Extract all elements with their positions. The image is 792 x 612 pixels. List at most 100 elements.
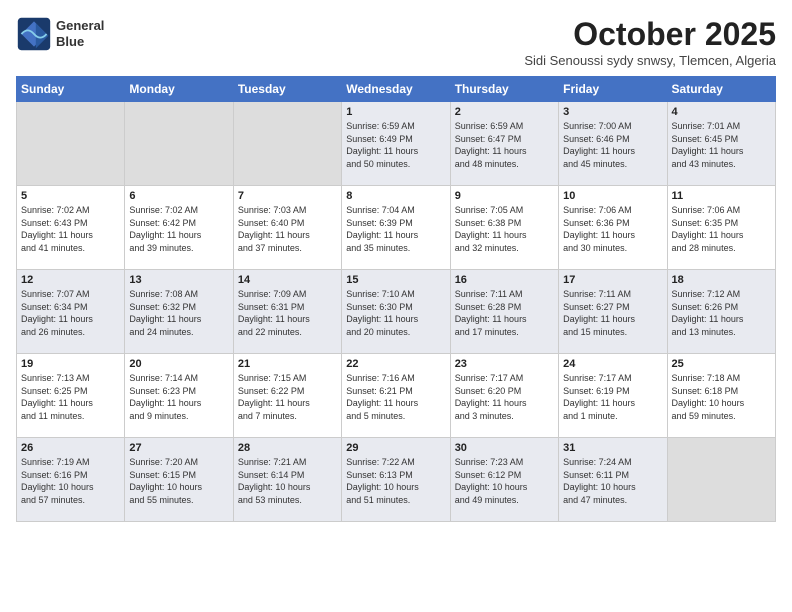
- calendar-day-cell: 19Sunrise: 7:13 AM Sunset: 6:25 PM Dayli…: [17, 354, 125, 438]
- day-number: 2: [455, 106, 554, 118]
- calendar-day-cell: 21 Sunrise: 7:15 AM Sunset: 6:22 PM Dayli…: [233, 354, 341, 438]
- day-info: Sunrise: 7:09 AM Sunset: 6:31 PM Dayligh…: [238, 288, 337, 338]
- calendar-day-cell: 4 Sunrise: 7:01 AM Sunset: 6:45 PM Daylig…: [667, 102, 775, 186]
- day-info: Sunrise: 7:12 AM Sunset: 6:26 PM Dayligh…: [672, 288, 771, 338]
- calendar-day-cell: [17, 102, 125, 186]
- day-number: 15: [346, 274, 445, 286]
- day-info: Sunrise: 7:02 AM Sunset: 6:43 PM Dayligh…: [21, 204, 120, 254]
- logo: General Blue: [16, 16, 104, 52]
- calendar-week-row: 5 Sunrise: 7:02 AM Sunset: 6:43 PM Daylig…: [17, 186, 776, 270]
- calendar-week-row: 1 Sunrise: 6:59 AM Sunset: 6:49 PM Daylig…: [17, 102, 776, 186]
- day-number: 4: [672, 106, 771, 118]
- weekday-header-thursday: Thursday: [450, 77, 558, 102]
- calendar-day-cell: 24 Sunrise: 7:17 AM Sunset: 6:19 PM Dayli…: [559, 354, 667, 438]
- weekday-header-monday: Monday: [125, 77, 233, 102]
- day-info: Sunrise: 7:19 AM Sunset: 6:16 PM Dayligh…: [21, 456, 120, 506]
- day-number: 14: [238, 274, 337, 286]
- day-info: Sunrise: 7:24 AM Sunset: 6:11 PM Dayligh…: [563, 456, 662, 506]
- day-info: Sunrise: 7:06 AM Sunset: 6:35 PM Dayligh…: [672, 204, 771, 254]
- day-number: 11: [672, 190, 771, 202]
- calendar-day-cell: 23Sunrise: 7:17 AM Sunset: 6:20 PM Dayli…: [450, 354, 558, 438]
- calendar-day-cell: 6 Sunrise: 7:02 AM Sunset: 6:42 PM Daylig…: [125, 186, 233, 270]
- calendar-day-cell: 15 Sunrise: 7:10 AM Sunset: 6:30 PM Dayli…: [342, 270, 450, 354]
- calendar-day-cell: 12 Sunrise: 7:07 AM Sunset: 6:34 PM Dayli…: [17, 270, 125, 354]
- calendar-day-cell: 18 Sunrise: 7:12 AM Sunset: 6:26 PM Dayli…: [667, 270, 775, 354]
- day-info: Sunrise: 7:07 AM Sunset: 6:34 PM Dayligh…: [21, 288, 120, 338]
- day-info: Sunrise: 7:11 AM Sunset: 6:27 PM Dayligh…: [563, 288, 662, 338]
- day-info: Sunrise: 7:17 AM Sunset: 6:19 PM Dayligh…: [563, 372, 662, 422]
- day-info: Sunrise: 7:03 AM Sunset: 6:40 PM Dayligh…: [238, 204, 337, 254]
- day-info: Sunrise: 7:13 AM Sunset: 6:25 PM Dayligh…: [21, 372, 120, 422]
- day-info: Sunrise: 7:04 AM Sunset: 6:39 PM Dayligh…: [346, 204, 445, 254]
- calendar-week-row: 12 Sunrise: 7:07 AM Sunset: 6:34 PM Dayli…: [17, 270, 776, 354]
- logo-icon: [16, 16, 52, 52]
- day-info: Sunrise: 7:15 AM Sunset: 6:22 PM Dayligh…: [238, 372, 337, 422]
- title-block: October 2025 Sidi Senoussi sydy snwsy, T…: [524, 16, 776, 68]
- calendar-day-cell: 11 Sunrise: 7:06 AM Sunset: 6:35 PM Dayli…: [667, 186, 775, 270]
- calendar-day-cell: 14 Sunrise: 7:09 AM Sunset: 6:31 PM Dayli…: [233, 270, 341, 354]
- location-subtitle: Sidi Senoussi sydy snwsy, Tlemcen, Alger…: [524, 53, 776, 68]
- weekday-header-sunday: Sunday: [17, 77, 125, 102]
- day-info: Sunrise: 7:02 AM Sunset: 6:42 PM Dayligh…: [129, 204, 228, 254]
- calendar-day-cell: 30 Sunrise: 7:23 AM Sunset: 6:12 PM Dayli…: [450, 438, 558, 522]
- logo-text: General Blue: [56, 18, 104, 49]
- day-info: Sunrise: 7:11 AM Sunset: 6:28 PM Dayligh…: [455, 288, 554, 338]
- day-number: 20: [129, 358, 228, 370]
- day-info: Sunrise: 7:14 AM Sunset: 6:23 PM Dayligh…: [129, 372, 228, 422]
- calendar-table: SundayMondayTuesdayWednesdayThursdayFrid…: [16, 76, 776, 522]
- calendar-day-cell: 27 Sunrise: 7:20 AM Sunset: 6:15 PM Dayli…: [125, 438, 233, 522]
- calendar-week-row: 26 Sunrise: 7:19 AM Sunset: 6:16 PM Dayli…: [17, 438, 776, 522]
- calendar-day-cell: 31 Sunrise: 7:24 AM Sunset: 6:11 PM Dayli…: [559, 438, 667, 522]
- calendar-day-cell: 29 Sunrise: 7:22 AM Sunset: 6:13 PM Dayli…: [342, 438, 450, 522]
- day-info: Sunrise: 7:17 AM Sunset: 6:20 PM Dayligh…: [455, 372, 554, 422]
- calendar-day-cell: 20 Sunrise: 7:14 AM Sunset: 6:23 PM Dayli…: [125, 354, 233, 438]
- day-number: 12: [21, 274, 120, 286]
- day-number: 16: [455, 274, 554, 286]
- day-number: 10: [563, 190, 662, 202]
- calendar-day-cell: 13 Sunrise: 7:08 AM Sunset: 6:32 PM Dayli…: [125, 270, 233, 354]
- calendar-day-cell: 3Sunrise: 7:00 AM Sunset: 6:46 PM Daylig…: [559, 102, 667, 186]
- calendar-day-cell: 26 Sunrise: 7:19 AM Sunset: 6:16 PM Dayli…: [17, 438, 125, 522]
- day-info: Sunrise: 7:16 AM Sunset: 6:21 PM Dayligh…: [346, 372, 445, 422]
- day-number: 26: [21, 442, 120, 454]
- day-number: 17: [563, 274, 662, 286]
- day-info: Sunrise: 7:08 AM Sunset: 6:32 PM Dayligh…: [129, 288, 228, 338]
- day-number: 7: [238, 190, 337, 202]
- day-info: Sunrise: 7:05 AM Sunset: 6:38 PM Dayligh…: [455, 204, 554, 254]
- weekday-header-row: SundayMondayTuesdayWednesdayThursdayFrid…: [17, 77, 776, 102]
- day-number: 18: [672, 274, 771, 286]
- day-info: Sunrise: 7:01 AM Sunset: 6:45 PM Dayligh…: [672, 120, 771, 170]
- day-number: 1: [346, 106, 445, 118]
- day-info: Sunrise: 6:59 AM Sunset: 6:47 PM Dayligh…: [455, 120, 554, 170]
- calendar-day-cell: 25Sunrise: 7:18 AM Sunset: 6:18 PM Dayli…: [667, 354, 775, 438]
- calendar-day-cell: 17 Sunrise: 7:11 AM Sunset: 6:27 PM Dayli…: [559, 270, 667, 354]
- weekday-header-saturday: Saturday: [667, 77, 775, 102]
- day-number: 30: [455, 442, 554, 454]
- day-info: Sunrise: 7:10 AM Sunset: 6:30 PM Dayligh…: [346, 288, 445, 338]
- day-number: 5: [21, 190, 120, 202]
- day-info: Sunrise: 7:20 AM Sunset: 6:15 PM Dayligh…: [129, 456, 228, 506]
- day-info: Sunrise: 7:22 AM Sunset: 6:13 PM Dayligh…: [346, 456, 445, 506]
- calendar-day-cell: [125, 102, 233, 186]
- day-number: 6: [129, 190, 228, 202]
- day-number: 8: [346, 190, 445, 202]
- calendar-day-cell: 16 Sunrise: 7:11 AM Sunset: 6:28 PM Dayli…: [450, 270, 558, 354]
- calendar-day-cell: 7 Sunrise: 7:03 AM Sunset: 6:40 PM Daylig…: [233, 186, 341, 270]
- day-number: 24: [563, 358, 662, 370]
- calendar-day-cell: 9Sunrise: 7:05 AM Sunset: 6:38 PM Daylig…: [450, 186, 558, 270]
- day-info: Sunrise: 7:00 AM Sunset: 6:46 PM Dayligh…: [563, 120, 662, 170]
- day-number: 21: [238, 358, 337, 370]
- day-info: Sunrise: 7:21 AM Sunset: 6:14 PM Dayligh…: [238, 456, 337, 506]
- day-number: 27: [129, 442, 228, 454]
- day-number: 29: [346, 442, 445, 454]
- day-number: 31: [563, 442, 662, 454]
- day-info: Sunrise: 7:23 AM Sunset: 6:12 PM Dayligh…: [455, 456, 554, 506]
- calendar-day-cell: 10 Sunrise: 7:06 AM Sunset: 6:36 PM Dayli…: [559, 186, 667, 270]
- day-info: Sunrise: 7:06 AM Sunset: 6:36 PM Dayligh…: [563, 204, 662, 254]
- calendar-day-cell: 22Sunrise: 7:16 AM Sunset: 6:21 PM Dayli…: [342, 354, 450, 438]
- calendar-day-cell: 5 Sunrise: 7:02 AM Sunset: 6:43 PM Daylig…: [17, 186, 125, 270]
- day-number: 25: [672, 358, 771, 370]
- day-info: Sunrise: 6:59 AM Sunset: 6:49 PM Dayligh…: [346, 120, 445, 170]
- weekday-header-friday: Friday: [559, 77, 667, 102]
- day-number: 13: [129, 274, 228, 286]
